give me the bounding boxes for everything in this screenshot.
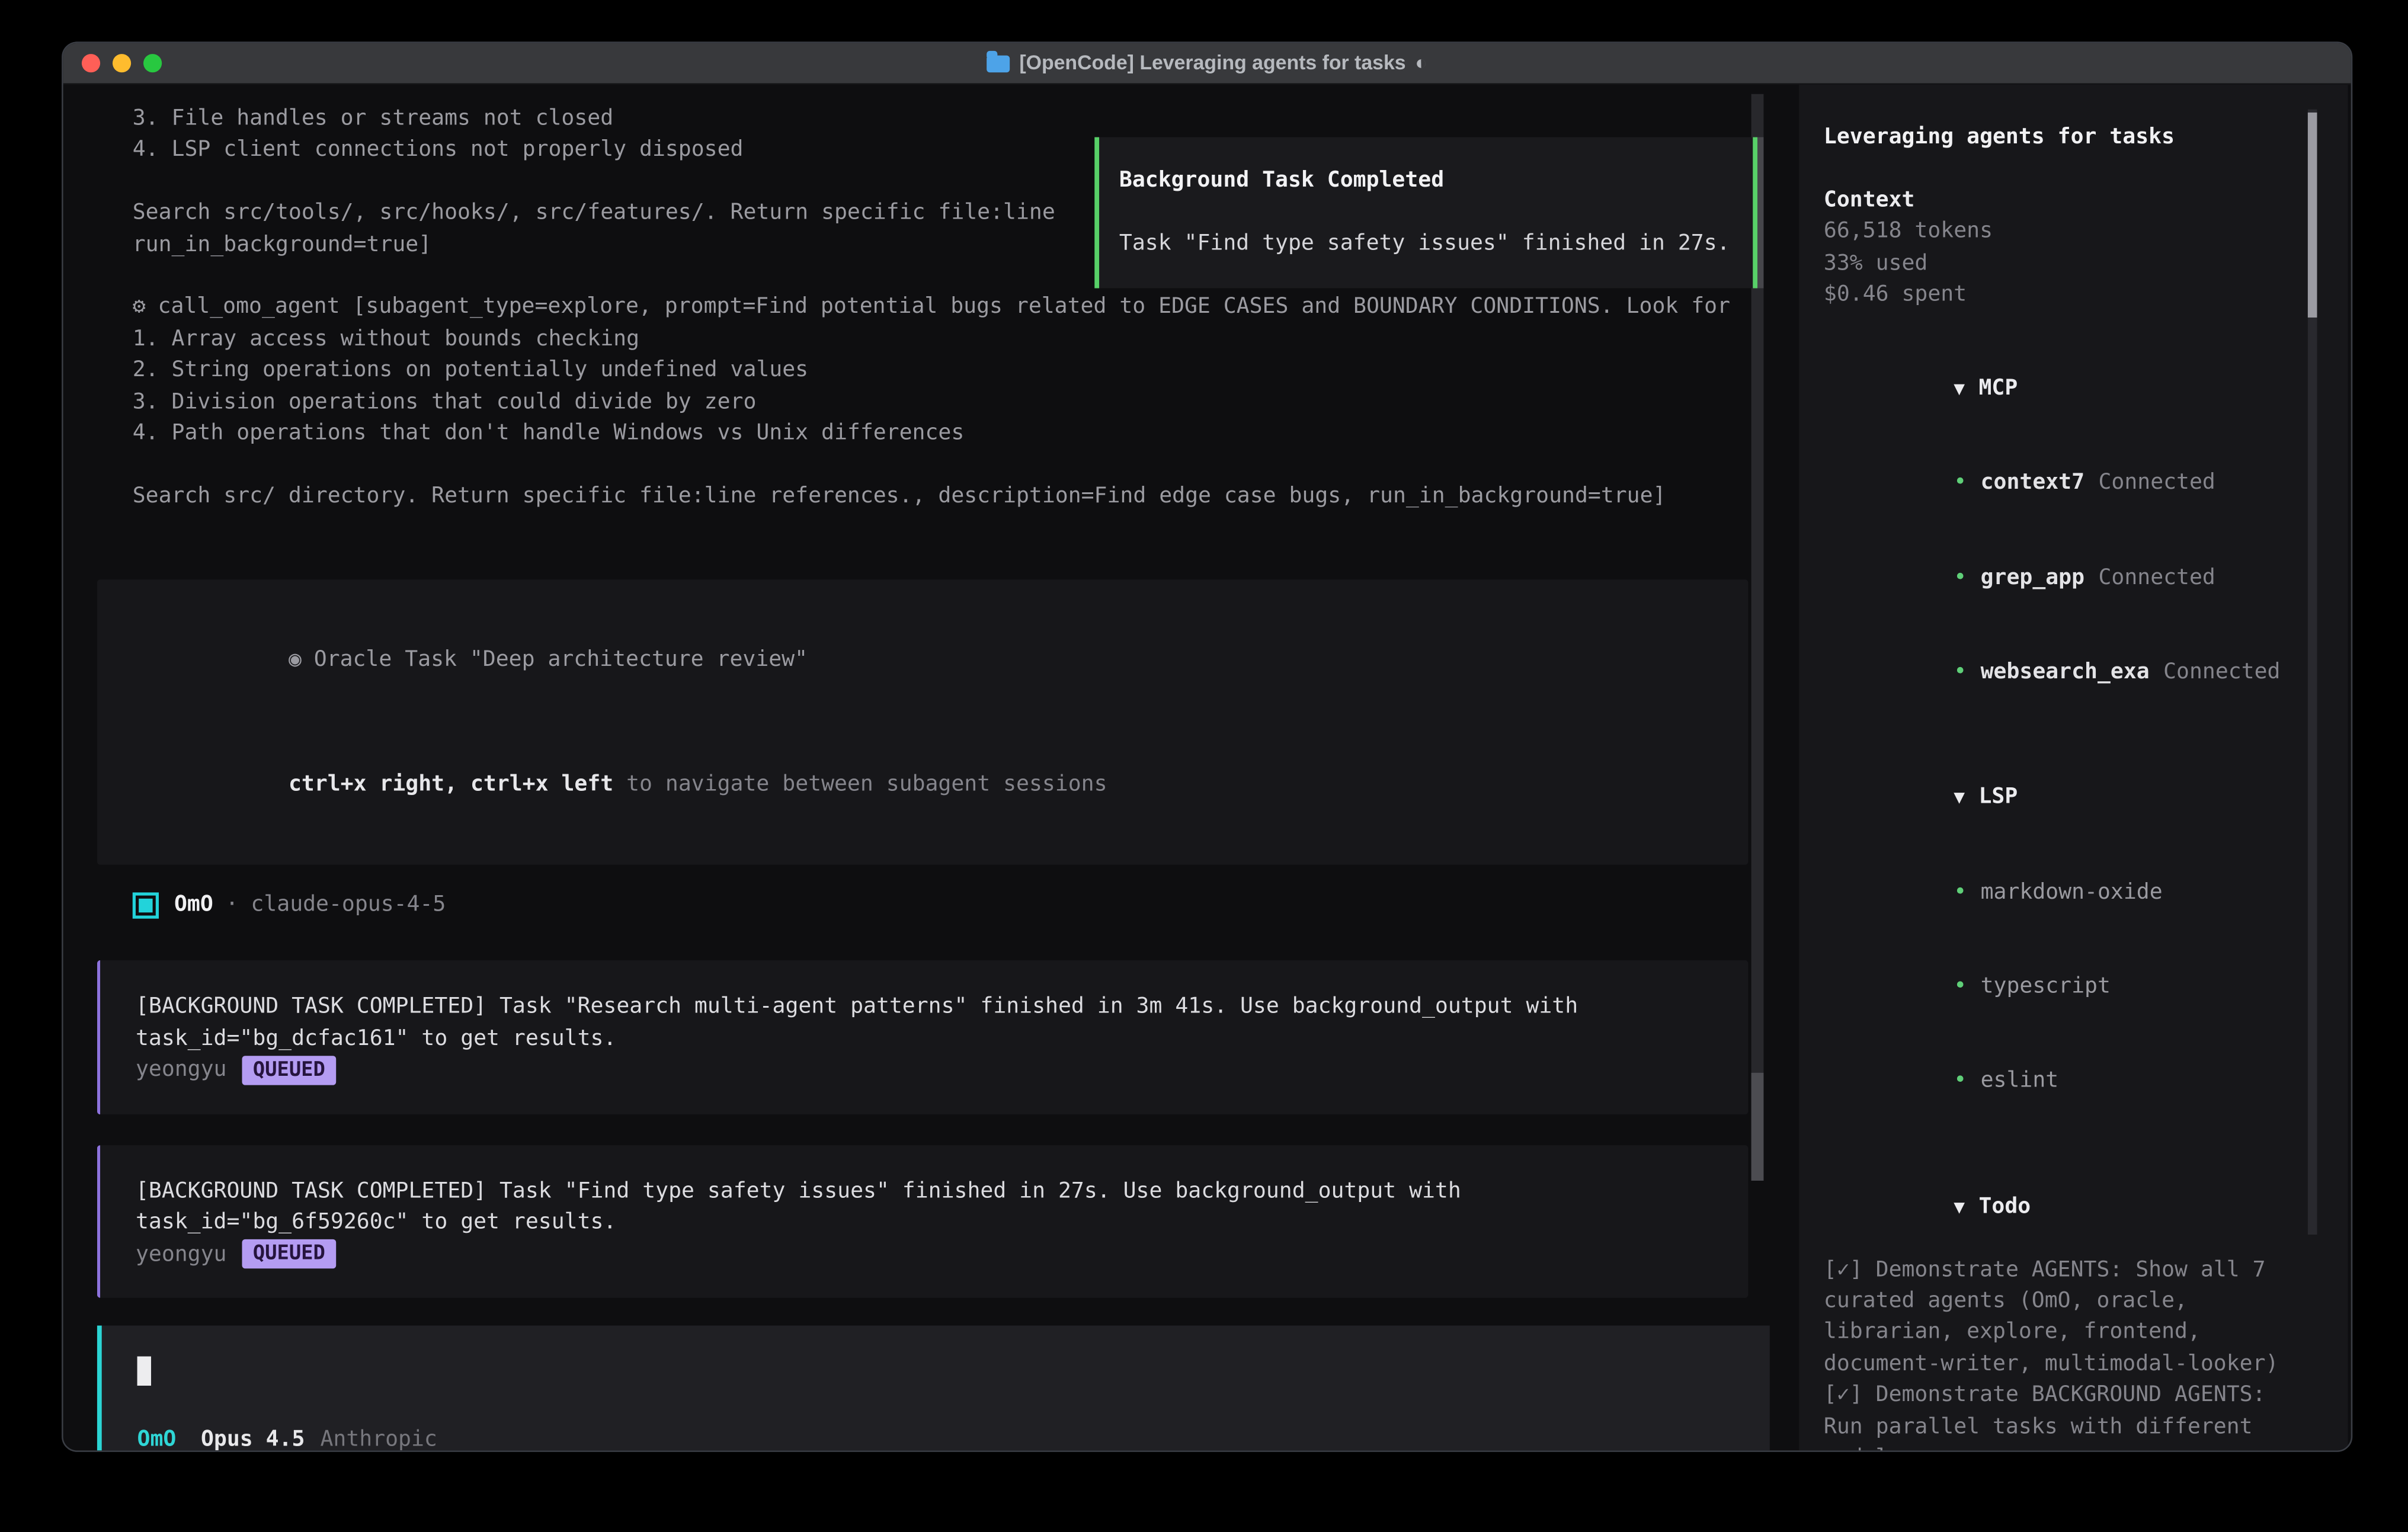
status-dot-icon: •: [1954, 659, 1967, 684]
task-author: yeongyu: [136, 1239, 227, 1270]
titlebar: [OpenCode] Leveraging agents for tasks ◐: [63, 43, 2351, 85]
prompt-input[interactable]: OmO Opus 4.5 Anthropic: [97, 1325, 1770, 1452]
input-model-row: OmO Opus 4.5 Anthropic: [137, 1424, 1734, 1452]
hint-text: to navigate between subagent sessions: [613, 773, 1107, 797]
toast-title: Background Task Completed: [1119, 165, 1733, 196]
mcp-item: •grep_appConnected: [1824, 531, 2306, 625]
context-spent: $0.46 spent: [1824, 279, 2306, 310]
status-dot-icon: •: [1954, 880, 1967, 905]
window-title: [OpenCode] Leveraging agents for tasks ◐: [987, 47, 1427, 79]
folder-icon: [987, 55, 1010, 72]
lsp-item: •typescript: [1824, 940, 2306, 1034]
todo-heading: Todo: [1978, 1194, 2031, 1219]
agent-square-icon: [133, 892, 159, 918]
todo-heading-row: ▼ Todo: [1824, 1159, 2306, 1254]
mcp-heading-row: ▼ MCP: [1824, 342, 2306, 436]
lsp-item: •eslint: [1824, 1034, 2306, 1128]
main-scrollbar-thumb[interactable]: [1751, 1073, 1764, 1181]
window-controls: [82, 43, 162, 84]
input-model-name: Opus 4.5: [201, 1424, 305, 1452]
terminal-line: 2. String operations on potentially unde…: [97, 355, 1751, 386]
triangle-collapse-icon: ▼: [1954, 378, 1965, 399]
hint-keys: ctrl+x right, ctrl+x left: [289, 773, 613, 797]
mcp-item: •websearch_exaConnected: [1824, 625, 2306, 719]
notification-toast: Background Task Completed Task "Find typ…: [1094, 137, 1757, 289]
mcp-item: •context7Connected: [1824, 436, 2306, 530]
sidebar-scrollbar[interactable]: [2308, 110, 2317, 1235]
lsp-heading: LSP: [1978, 786, 2018, 810]
mcp-heading: MCP: [1978, 376, 2018, 401]
task-message-meta: yeongyu QUEUED: [136, 1055, 1713, 1086]
record-circle-icon: ◉: [289, 647, 302, 672]
close-button[interactable]: [82, 54, 100, 72]
window-title-text: [OpenCode] Leveraging agents for tasks: [1019, 47, 1405, 79]
oracle-task-title: Oracle Task "Deep architecture review": [314, 647, 808, 672]
oracle-task-title-row: ◉ Oracle Task "Deep architecture review": [133, 613, 1713, 707]
tool-call-text: call_omo_agent [subagent_type=explore, p…: [158, 292, 1731, 323]
lsp-heading-row: ▼ LSP: [1824, 751, 2306, 845]
status-dot-icon: •: [1954, 974, 1967, 999]
input-provider: Anthropic: [320, 1424, 437, 1452]
context-heading: Context: [1824, 185, 2306, 216]
terminal-window: [OpenCode] Leveraging agents for tasks ◐…: [62, 41, 2352, 1452]
text-cursor: [137, 1356, 151, 1385]
status-badge: QUEUED: [242, 1056, 337, 1085]
status-badge: QUEUED: [242, 1239, 337, 1268]
gear-icon: ⚙: [133, 292, 146, 323]
input-agent-label: OmO: [137, 1424, 177, 1452]
triangle-collapse-icon: ▼: [1954, 1196, 1965, 1217]
todo-item-done: [✓] Demonstrate BACKGROUND AGENTS: Run p…: [1824, 1380, 2306, 1452]
status-dot-icon: •: [1954, 1068, 1967, 1093]
oracle-navigation-hint: ctrl+x right, ctrl+x left to navigate be…: [133, 738, 1713, 832]
background-task-message: [BACKGROUND TASK COMPLETED] Task "Find t…: [97, 1145, 1749, 1297]
agent-row: OmO · claude-opus-4-5: [97, 889, 1799, 921]
agent-name: OmO: [174, 889, 213, 921]
todo-checkbox-checked: [✓]: [1824, 1257, 1876, 1282]
status-dot-icon: •: [1954, 565, 1967, 590]
task-author: yeongyu: [136, 1055, 227, 1086]
zoom-button[interactable]: [143, 54, 162, 72]
todo-item-done: [✓] Demonstrate AGENTS: Show all 7 curat…: [1824, 1254, 2306, 1380]
terminal-line: [97, 449, 1751, 480]
task-message-text: [BACKGROUND TASK COMPLETED] Task "Find t…: [136, 1175, 1713, 1238]
context-tokens: 66,518 tokens: [1824, 216, 2306, 248]
main-terminal-panel: 3. File handles or streams not closed 4.…: [63, 85, 1799, 1450]
background-task-message: [BACKGROUND TASK COMPLETED] Task "Resear…: [97, 961, 1749, 1114]
oracle-task-box: ◉Oracle Task "Deep architecture review" …: [97, 580, 1749, 865]
terminal-line: 3. Division operations that could divide…: [97, 386, 1751, 418]
context-used: 33% used: [1824, 248, 2306, 279]
task-message-text: [BACKGROUND TASK COMPLETED] Task "Resear…: [136, 992, 1713, 1055]
agent-separator: ·: [226, 889, 239, 921]
tool-call-line: ⚙ call_omo_agent [subagent_type=explore,…: [97, 292, 1751, 323]
minimize-button[interactable]: [113, 54, 131, 72]
session-title: Leveraging agents for tasks: [1824, 122, 2306, 153]
terminal-line: 4. Path operations that don't handle Win…: [97, 418, 1751, 449]
terminal-line: 1. Array access without bounds checking: [97, 323, 1751, 355]
terminal-line: 3. File handles or streams not closed: [97, 103, 1751, 134]
triangle-collapse-icon: ▼: [1954, 787, 1965, 808]
todo-checkbox-checked: [✓]: [1824, 1383, 1876, 1408]
lsp-item: •markdown-oxide: [1824, 845, 2306, 940]
status-dot-icon: •: [1954, 471, 1967, 496]
sidebar-scrollbar-thumb[interactable]: [2308, 113, 2317, 318]
agent-model: claude-opus-4-5: [251, 889, 446, 921]
screen: [OpenCode] Leveraging agents for tasks ◐…: [0, 0, 2408, 1532]
toast-body: Task "Find type safety issues" finished …: [1119, 228, 1733, 259]
sidebar: Leveraging agents for tasks Context 66,5…: [1799, 85, 2348, 1450]
window-content: 3. File handles or streams not closed 4.…: [63, 85, 2351, 1450]
task-message-meta: yeongyu QUEUED: [136, 1239, 1713, 1270]
terminal-line: Search src/ directory. Return specific f…: [97, 480, 1751, 512]
half-circle-icon: ◐: [1415, 47, 1427, 79]
